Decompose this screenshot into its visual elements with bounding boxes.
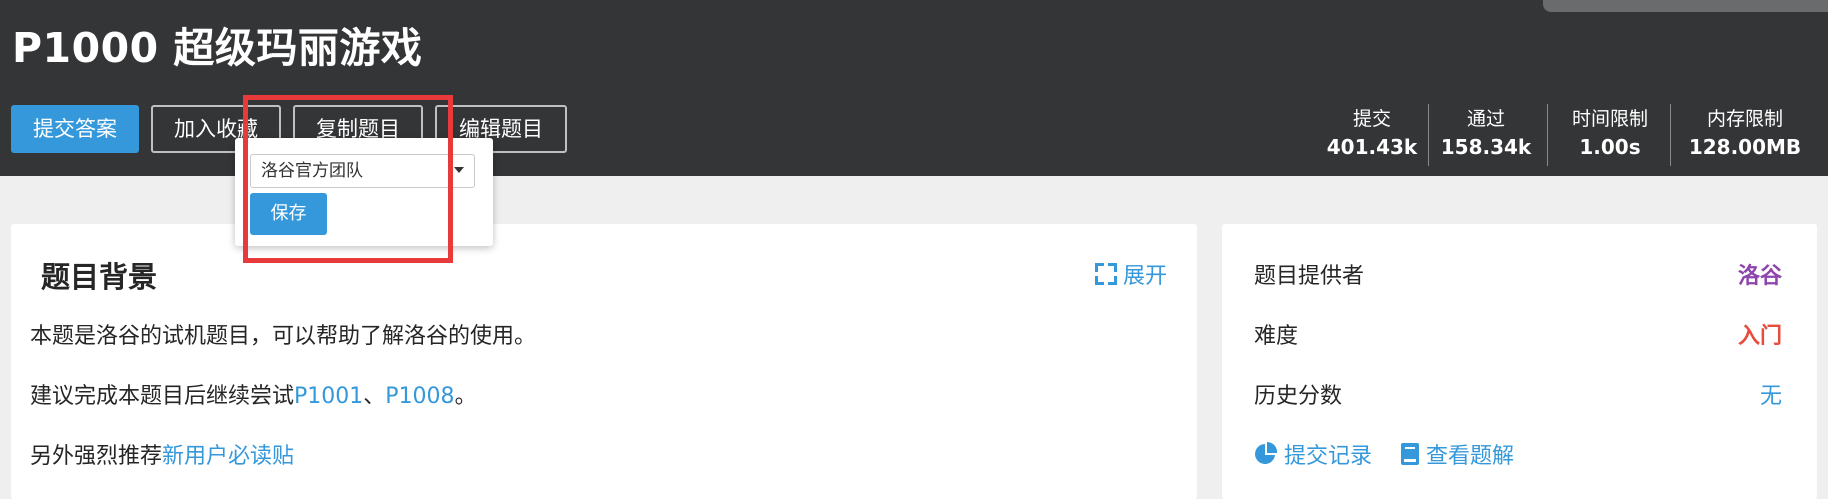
provider-link[interactable]: 洛谷 [1738, 258, 1782, 290]
submissions-link[interactable]: 提交记录 [1254, 438, 1372, 470]
info-label: 题目提供者 [1254, 264, 1365, 289]
chevron-down-icon [454, 167, 464, 173]
stat-value: 128.00MB [1688, 135, 1802, 159]
expand-label: 展开 [1122, 264, 1167, 289]
stat-value: 158.34k [1440, 135, 1532, 159]
submit-answer-button[interactable]: 提交答案 [11, 105, 139, 153]
history-score: 无 [1759, 384, 1782, 409]
book-icon [1401, 443, 1420, 465]
link-p1008[interactable]: P1008 [385, 384, 454, 409]
save-button[interactable]: 保存 [250, 193, 327, 235]
stat-submissions: 提交 401.43k [1318, 106, 1426, 166]
separator: 、 [363, 384, 386, 409]
background-line-1: 本题是洛谷的试机题目，可以帮助了解洛谷的使用。 [30, 324, 537, 349]
link-p1001[interactable]: P1001 [294, 384, 363, 409]
stat-label: 通过 [1466, 108, 1505, 130]
stat-label: 内存限制 [1706, 108, 1783, 130]
expand-icon [1094, 263, 1117, 285]
pie-chart-icon [1255, 442, 1278, 464]
section-heading: 题目背景 [41, 260, 158, 294]
background-line-3: 另外强烈推荐新用户必读贴 [30, 438, 294, 470]
info-label: 难度 [1254, 324, 1299, 349]
stat-value: 401.43k [1326, 135, 1418, 159]
header-corner-decoration [1543, 0, 1828, 12]
line-text: 另外强烈推荐 [30, 444, 163, 469]
stat-memory-limit: 内存限制 128.00MB [1680, 106, 1810, 166]
link-newbie-guide[interactable]: 新用户必读贴 [162, 444, 294, 469]
stat-divider [1670, 104, 1671, 166]
stat-label: 提交 [1352, 108, 1391, 130]
page-title: P1000 超级玛丽游戏 [12, 24, 423, 72]
copy-problem-popover: 洛谷官方团队 保存 [235, 138, 493, 246]
solutions-link-label: 查看题解 [1426, 444, 1515, 469]
stat-divider [1547, 104, 1548, 166]
info-row-provider: 题目提供者 洛谷 [1254, 258, 1782, 290]
info-row-history: 历史分数 无 [1254, 378, 1782, 410]
difficulty-badge: 入门 [1737, 324, 1782, 349]
stat-label: 时间限制 [1571, 108, 1648, 130]
stat-time-limit: 时间限制 1.00s [1555, 106, 1665, 166]
submissions-link-label: 提交记录 [1284, 444, 1373, 469]
team-select-value: 洛谷官方团队 [261, 161, 363, 181]
line-text: 建议完成本题目后继续尝试 [30, 384, 295, 409]
info-label: 历史分数 [1254, 384, 1343, 409]
solutions-link[interactable]: 查看题解 [1400, 438, 1514, 470]
info-row-difficulty: 难度 入门 [1254, 318, 1782, 350]
info-links: 提交记录 查看题解 [1254, 438, 1514, 470]
stat-accepted: 通过 158.34k [1436, 106, 1536, 166]
stat-value: 1.00s [1579, 135, 1641, 159]
team-select[interactable]: 洛谷官方团队 [250, 154, 475, 188]
stat-divider [1428, 104, 1429, 166]
expand-button[interactable]: 展开 [1094, 258, 1167, 290]
line-text: 。 [454, 384, 477, 409]
background-line-2: 建议完成本题目后继续尝试P1001、P1008。 [30, 378, 477, 410]
